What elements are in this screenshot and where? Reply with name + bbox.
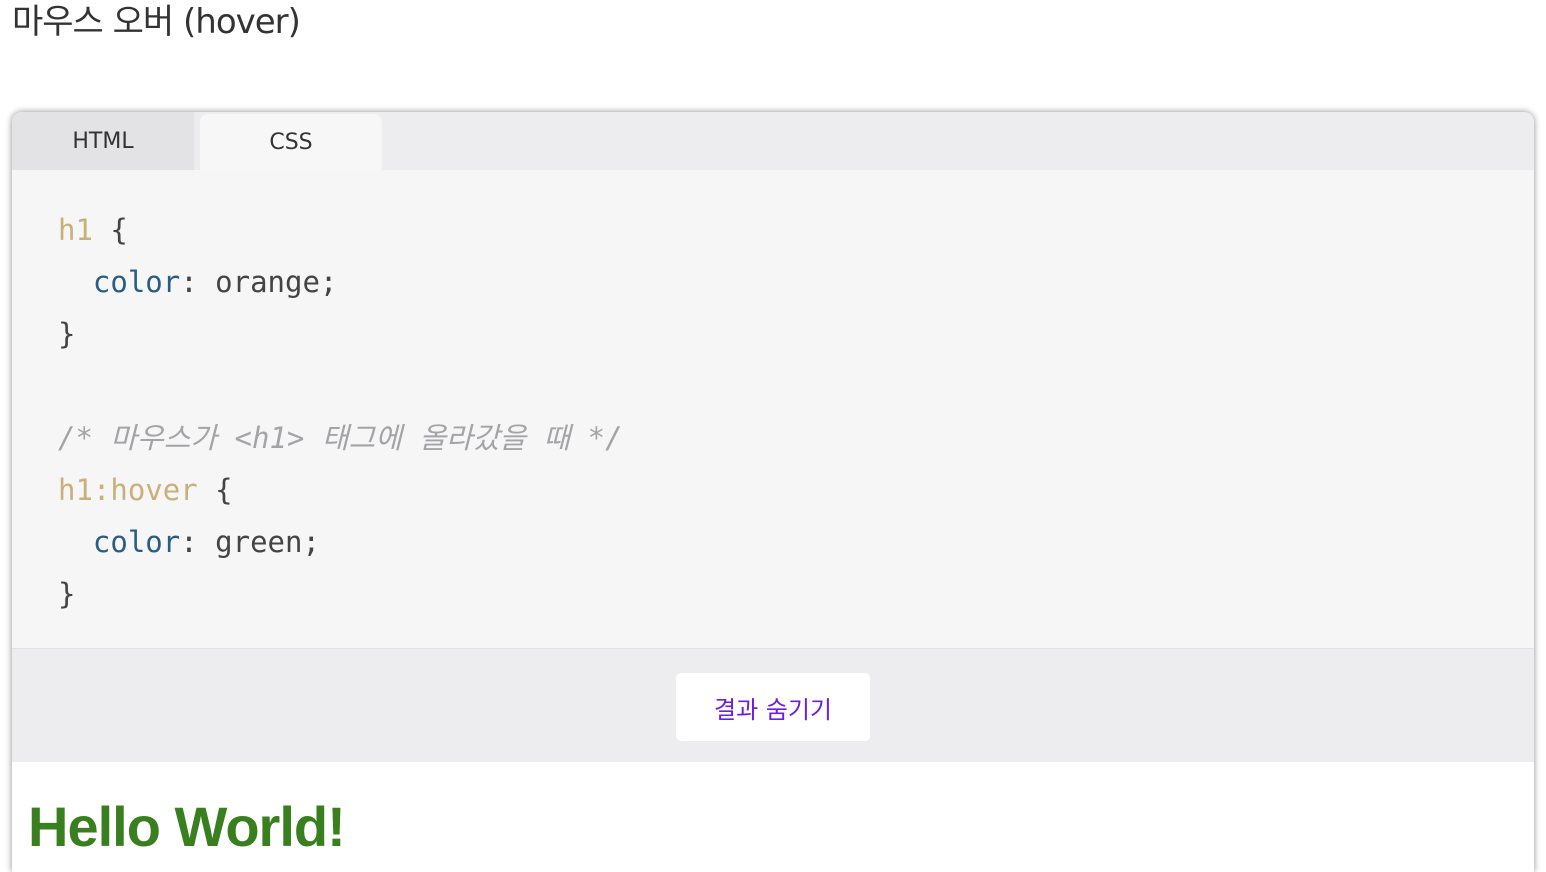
code-value: : orange; <box>180 265 338 299</box>
code-property: color <box>92 265 181 299</box>
tab-bar: HTML CSS <box>12 112 1534 170</box>
hide-result-button[interactable]: 결과 숨기기 <box>676 673 870 741</box>
code-editor: h1 { color: orange; } /* 마우스가 <h1> 태그에 올… <box>12 170 1534 648</box>
code-line: h1:hover { <box>58 464 1534 516</box>
code-line: } <box>58 308 1534 360</box>
code-comment: /* 마우스가 <h1> 태그에 올라갔을 때 */ <box>58 421 623 455</box>
code-example-widget: HTML CSS h1 { color: orange; } /* 마우스가 <… <box>12 112 1534 872</box>
code-punctuation: { <box>92 213 128 247</box>
code-selector: h1:hover <box>58 473 198 507</box>
code-line: } <box>58 568 1534 620</box>
section-title: 마우스 오버 (hover) <box>12 2 301 42</box>
code-line: color: orange; <box>58 256 1534 308</box>
result-toggle-bar: 결과 숨기기 <box>12 648 1534 762</box>
code-selector: h1 <box>58 213 93 247</box>
code-punctuation: } <box>58 317 76 351</box>
code-line: h1 { <box>58 204 1534 256</box>
code-property: color <box>92 525 181 559</box>
tab-html[interactable]: HTML <box>12 112 194 170</box>
result-preview: Hello World! <box>12 762 1534 872</box>
result-heading: Hello World! <box>28 795 346 858</box>
code-line: /* 마우스가 <h1> 태그에 올라갔을 때 */ <box>58 412 1534 464</box>
code-punctuation: } <box>58 577 76 611</box>
tab-css[interactable]: CSS <box>200 114 382 170</box>
code-line: color: green; <box>58 516 1534 568</box>
code-punctuation: { <box>197 473 233 507</box>
code-value: : green; <box>180 525 320 559</box>
